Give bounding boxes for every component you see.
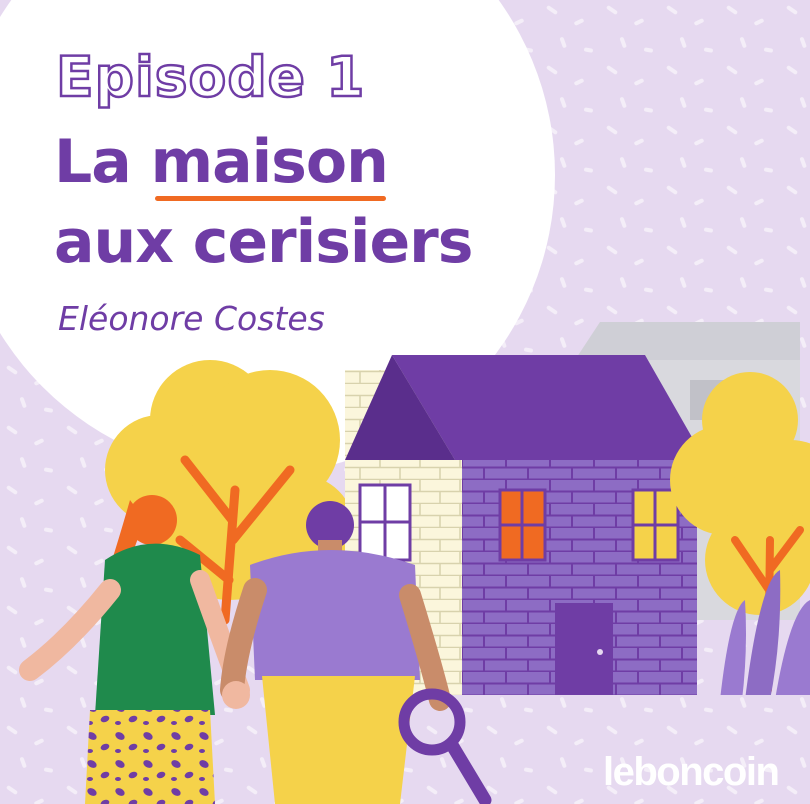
episode-label: Episode 1: [55, 45, 366, 109]
cover-illustration: [0, 0, 810, 804]
title-highlight: maison: [150, 127, 389, 197]
title-line-2: aux cerisiers: [54, 207, 473, 277]
title-line-1: La maison: [54, 132, 389, 192]
side-window: [358, 483, 412, 562]
author-name: Eléonore Costes: [58, 299, 325, 338]
brand-logo: leboncoin: [603, 750, 780, 794]
title-prefix: La: [54, 127, 151, 197]
podcast-cover: Episode 1 La maison aux cerisiers Eléono…: [0, 0, 810, 804]
